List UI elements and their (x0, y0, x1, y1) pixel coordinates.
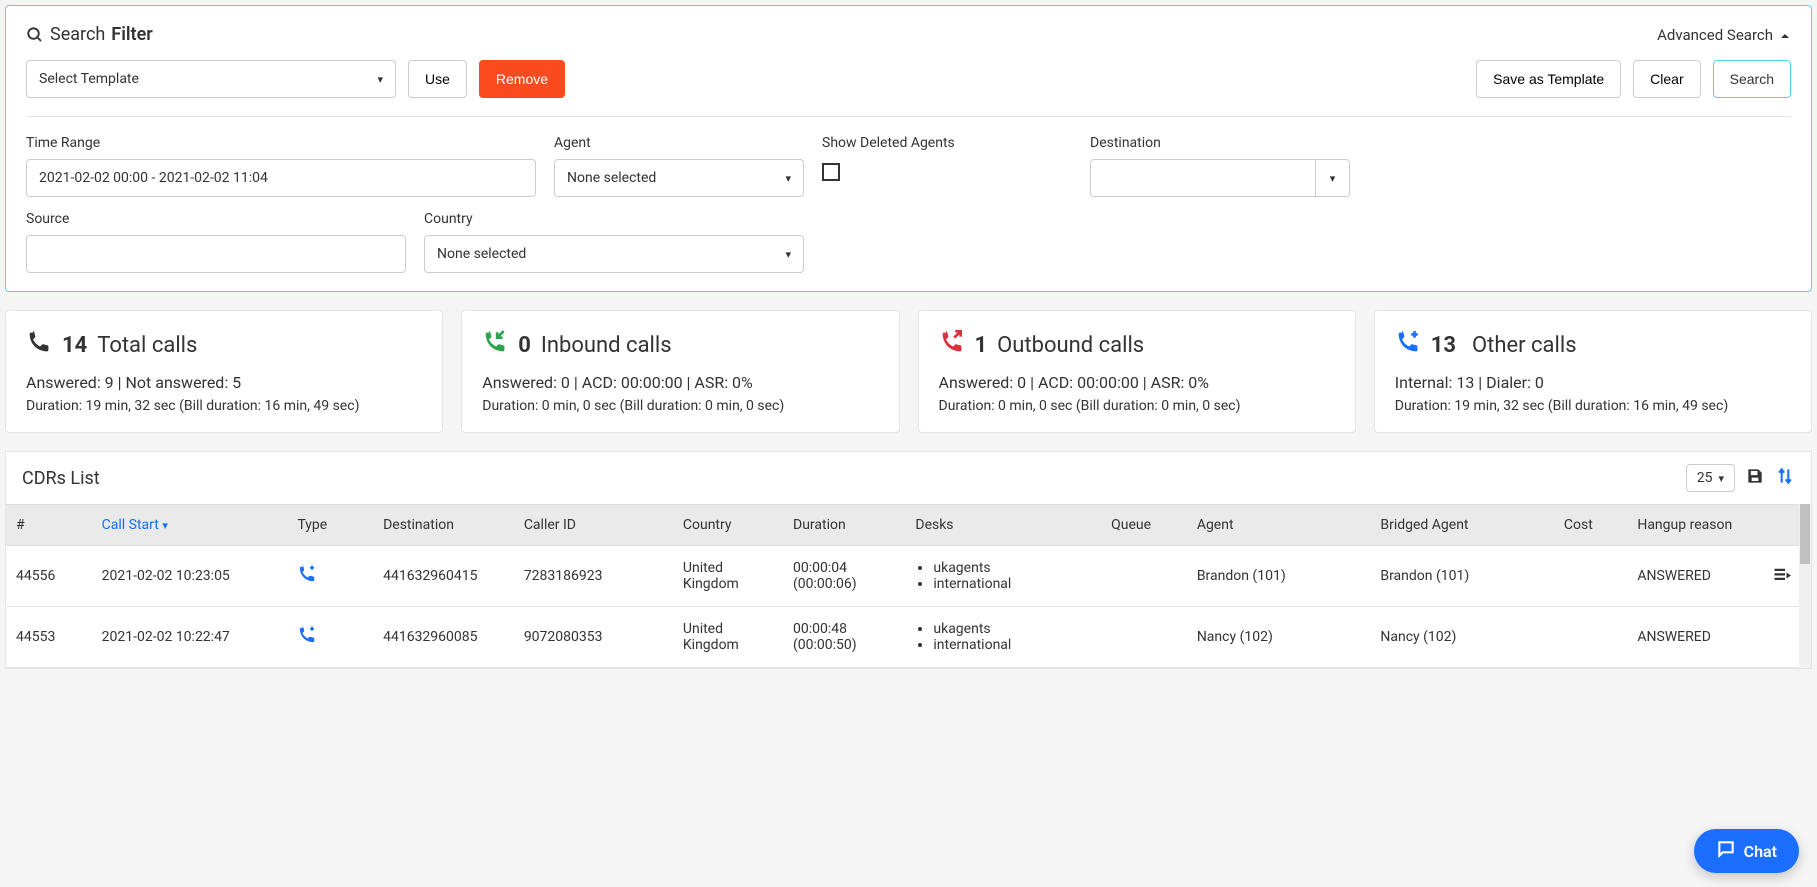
cell-cost (1554, 607, 1627, 668)
source-label: Source (26, 211, 406, 227)
other-calls-card: 13 Other calls Internal: 13 | Dialer: 0 … (1374, 310, 1812, 433)
time-range-input[interactable]: 2021-02-02 00:00 - 2021-02-02 11:04 (26, 159, 536, 197)
time-range-label: Time Range (26, 135, 536, 151)
country-field: Country None selected ▾ (424, 211, 804, 273)
panel-title: Search Filter (26, 24, 153, 45)
agent-select[interactable]: None selected ▾ (554, 159, 804, 197)
page-size-select[interactable]: 25 ▾ (1686, 464, 1735, 492)
cell-agent: Nancy (102) (1187, 607, 1371, 668)
cell-num: 44553 (6, 607, 92, 668)
destination-field: Destination ▾ (1090, 135, 1350, 197)
cell-duration: 00:00:04(00:00:06) (783, 546, 905, 607)
chat-widget-button[interactable]: Chat (1694, 829, 1799, 873)
cell-caller-id: 7283186923 (514, 546, 673, 607)
columns-icon[interactable] (1775, 466, 1795, 490)
col-header-hangup[interactable]: Hangup reason (1627, 505, 1762, 546)
cdrs-table: # Call Start ▾ Type Destination Caller I… (6, 504, 1811, 668)
clear-button[interactable]: Clear (1633, 60, 1700, 98)
time-range-field: Time Range 2021-02-02 00:00 - 2021-02-02… (26, 135, 536, 197)
call-type-icon (297, 633, 317, 649)
destination-dropdown-button[interactable]: ▾ (1316, 159, 1350, 197)
table-row[interactable]: 445562021-02-02 10:23:05 4416329604157283… (6, 546, 1811, 607)
col-header-duration[interactable]: Duration (783, 505, 905, 546)
cell-country: United Kingdom (673, 607, 783, 668)
source-field: Source (26, 211, 406, 273)
destination-label: Destination (1090, 135, 1350, 151)
show-deleted-checkbox[interactable] (822, 163, 840, 181)
cell-country: United Kingdom (673, 546, 783, 607)
vertical-scrollbar[interactable] (1799, 504, 1811, 668)
cell-destination: 441632960415 (373, 546, 514, 607)
chevron-down-icon: ▾ (785, 248, 791, 261)
cell-destination: 441632960085 (373, 607, 514, 668)
cell-cost (1554, 546, 1627, 607)
col-header-caller-id[interactable]: Caller ID (514, 505, 673, 546)
cell-call-start: 2021-02-02 10:23:05 (92, 546, 288, 607)
chevron-down-icon: ▾ (785, 172, 791, 185)
table-row[interactable]: 445532021-02-02 10:22:47 4416329600859072… (6, 607, 1811, 668)
chevron-down-icon: ▾ (377, 73, 383, 86)
cell-queue (1101, 546, 1187, 607)
cell-desks: ukagentsinternational (905, 607, 1101, 668)
call-type-icon (297, 572, 317, 588)
col-header-destination[interactable]: Destination (373, 505, 514, 546)
destination-input[interactable] (1090, 159, 1316, 197)
col-header-num[interactable]: # (6, 505, 92, 546)
cell-type (287, 607, 373, 668)
template-select[interactable]: Select Template ▾ (26, 60, 396, 98)
col-header-call-start[interactable]: Call Start ▾ (92, 505, 288, 546)
cell-caller-id: 9072080353 (514, 607, 673, 668)
cell-queue (1101, 607, 1187, 668)
search-icon (26, 24, 44, 45)
other-call-icon (1395, 329, 1421, 361)
col-header-type[interactable]: Type (287, 505, 373, 546)
cell-hangup: ANSWERED (1627, 546, 1762, 607)
col-header-bridged-agent[interactable]: Bridged Agent (1370, 505, 1554, 546)
col-header-cost[interactable]: Cost (1554, 505, 1627, 546)
cell-call-start: 2021-02-02 10:22:47 (92, 607, 288, 668)
chevron-down-icon: ▾ (1330, 172, 1336, 185)
agent-field: Agent None selected ▾ (554, 135, 804, 197)
use-button[interactable]: Use (408, 60, 467, 98)
cell-agent: Brandon (101) (1187, 546, 1371, 607)
country-label: Country (424, 211, 804, 227)
cell-type (287, 546, 373, 607)
inbound-calls-card: 0 Inbound calls Answered: 0 | ACD: 00:00… (461, 310, 899, 433)
stats-row: 14 Total calls Answered: 9 | Not answere… (5, 310, 1812, 433)
cell-hangup: ANSWERED (1627, 607, 1762, 668)
remove-button[interactable]: Remove (479, 60, 565, 98)
source-input[interactable] (26, 235, 406, 273)
col-header-country[interactable]: Country (673, 505, 783, 546)
chevron-down-icon: ▾ (1718, 472, 1724, 485)
country-select[interactable]: None selected ▾ (424, 235, 804, 273)
show-deleted-field: Show Deleted Agents (822, 135, 1072, 197)
cell-num: 44556 (6, 546, 92, 607)
search-button[interactable]: Search (1713, 60, 1791, 98)
save-template-button[interactable]: Save as Template (1476, 60, 1621, 98)
show-deleted-label: Show Deleted Agents (822, 135, 1072, 151)
outbound-call-icon (939, 329, 965, 361)
cell-bridged-agent: Nancy (102) (1370, 607, 1554, 668)
col-header-desks[interactable]: Desks (905, 505, 1101, 546)
agent-label: Agent (554, 135, 804, 151)
inbound-call-icon (482, 329, 508, 361)
phone-icon (26, 329, 52, 361)
col-header-queue[interactable]: Queue (1101, 505, 1187, 546)
row-actions-icon[interactable] (1772, 571, 1792, 587)
chevron-down-icon: ▾ (162, 519, 168, 532)
cell-desks: ukagentsinternational (905, 546, 1101, 607)
outbound-calls-card: 1 Outbound calls Answered: 0 | ACD: 00:0… (918, 310, 1356, 433)
total-calls-card: 14 Total calls Answered: 9 | Not answere… (5, 310, 443, 433)
chat-icon (1716, 839, 1736, 863)
chevron-up-icon (1779, 26, 1791, 44)
cdrs-list-panel: CDRs List 25 ▾ # Call Start ▾ (5, 451, 1812, 669)
cell-duration: 00:00:48(00:00:50) (783, 607, 905, 668)
search-filter-panel: Search Filter Advanced Search Select Tem… (5, 5, 1812, 292)
save-icon[interactable] (1745, 466, 1765, 490)
advanced-search-toggle[interactable]: Advanced Search (1657, 26, 1791, 44)
list-title: CDRs List (22, 468, 100, 489)
col-header-agent[interactable]: Agent (1187, 505, 1371, 546)
cell-bridged-agent: Brandon (101) (1370, 546, 1554, 607)
